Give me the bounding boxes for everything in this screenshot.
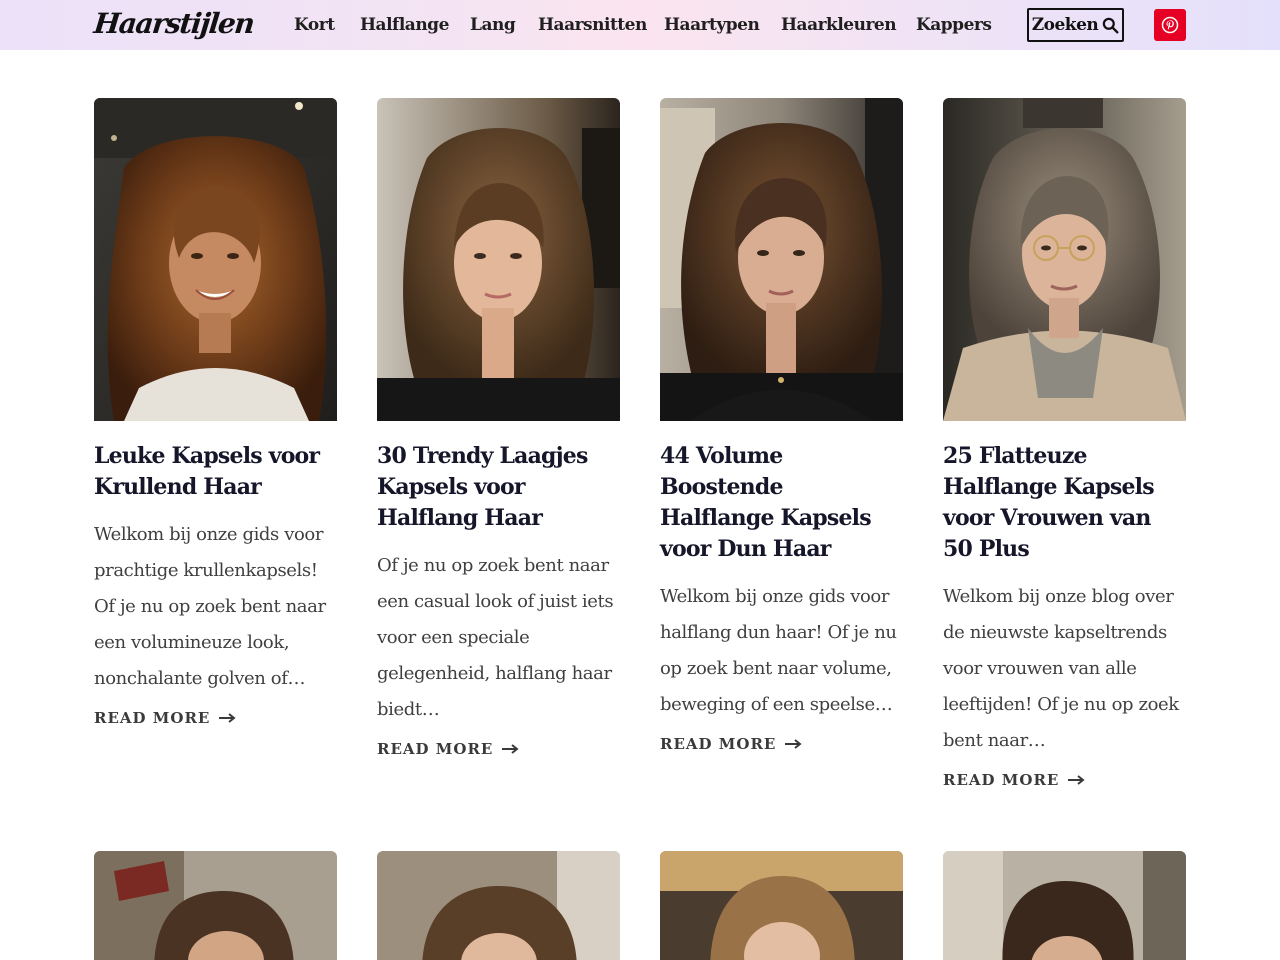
arrow-right-icon [785, 739, 802, 749]
post-excerpt: Welkom bij onze blog over de nieuwste ka… [943, 586, 1179, 751]
post-thumbnail[interactable] [94, 851, 337, 960]
post-thumbnail[interactable] [94, 98, 337, 421]
post-thumbnail[interactable] [660, 851, 903, 960]
nav-item-kort[interactable]: Kort [294, 13, 335, 37]
arrow-right-icon [1068, 775, 1085, 785]
read-more-label: Read More [943, 771, 1060, 789]
post-card: Leuke Kapsels voor Krullend Haar Welkom … [94, 98, 337, 727]
search-label: Zoeken [1031, 15, 1099, 35]
site-header: Haarstijlen Kort Halflange Lang Haarsnit… [0, 0, 1280, 50]
portrait-image [660, 98, 903, 421]
search-button[interactable]: Zoeken [1027, 8, 1124, 42]
nav-item-kappers[interactable]: Kappers [916, 13, 992, 37]
portrait-image [943, 851, 1186, 960]
post-excerpt: Of je nu op zoek bent naar een casual lo… [377, 555, 614, 720]
search-icon [1102, 17, 1119, 34]
arrow-right-icon [219, 713, 236, 723]
post-excerpt: Welkom bij onze gids voor prachtige krul… [94, 524, 326, 689]
post-thumbnail[interactable] [660, 98, 903, 421]
post-title[interactable]: Leuke Kapsels voor Krullend Haar [94, 441, 337, 503]
nav-item-haarsnitten[interactable]: Haarsnitten [538, 13, 647, 37]
pinterest-icon [1161, 16, 1179, 34]
read-more-link[interactable]: Read More [377, 740, 519, 758]
read-more-label: Read More [94, 709, 211, 727]
nav-item-halflange[interactable]: Halflange [360, 13, 449, 37]
post-title[interactable]: 25 Flatteuze Halflange Kapsels voor Vrou… [943, 441, 1186, 565]
read-more-link[interactable]: Read More [660, 735, 802, 753]
post-card: 30 Trendy Laagjes Kapsels voor Halflang … [377, 98, 620, 758]
portrait-image [660, 851, 903, 960]
read-more-label: Read More [660, 735, 777, 753]
post-excerpt: Welkom bij onze gids voor halflang dun h… [660, 586, 897, 715]
portrait-image [377, 851, 620, 960]
portrait-image [94, 98, 337, 421]
nav-item-haartypen[interactable]: Haartypen [664, 13, 760, 37]
post-thumbnail[interactable] [943, 98, 1186, 421]
arrow-right-icon [502, 744, 519, 754]
portrait-image [377, 98, 620, 421]
post-title[interactable]: 44 Volume Boostende Halflange Kapsels vo… [660, 441, 903, 565]
read-more-link[interactable]: Read More [94, 709, 236, 727]
post-thumbnail[interactable] [377, 98, 620, 421]
pinterest-button[interactable] [1154, 9, 1186, 41]
nav-item-haarkleuren[interactable]: Haarkleuren [781, 13, 897, 37]
read-more-label: Read More [377, 740, 494, 758]
portrait-image [943, 98, 1186, 421]
post-card: 25 Flatteuze Halflange Kapsels voor Vrou… [943, 98, 1186, 789]
read-more-link[interactable]: Read More [943, 771, 1085, 789]
post-card: 44 Volume Boostende Halflange Kapsels vo… [660, 98, 903, 753]
nav-item-lang[interactable]: Lang [470, 13, 516, 37]
post-thumbnail[interactable] [377, 851, 620, 960]
post-title[interactable]: 30 Trendy Laagjes Kapsels voor Halflang … [377, 441, 620, 534]
post-thumbnail[interactable] [943, 851, 1186, 960]
portrait-image [94, 851, 337, 960]
